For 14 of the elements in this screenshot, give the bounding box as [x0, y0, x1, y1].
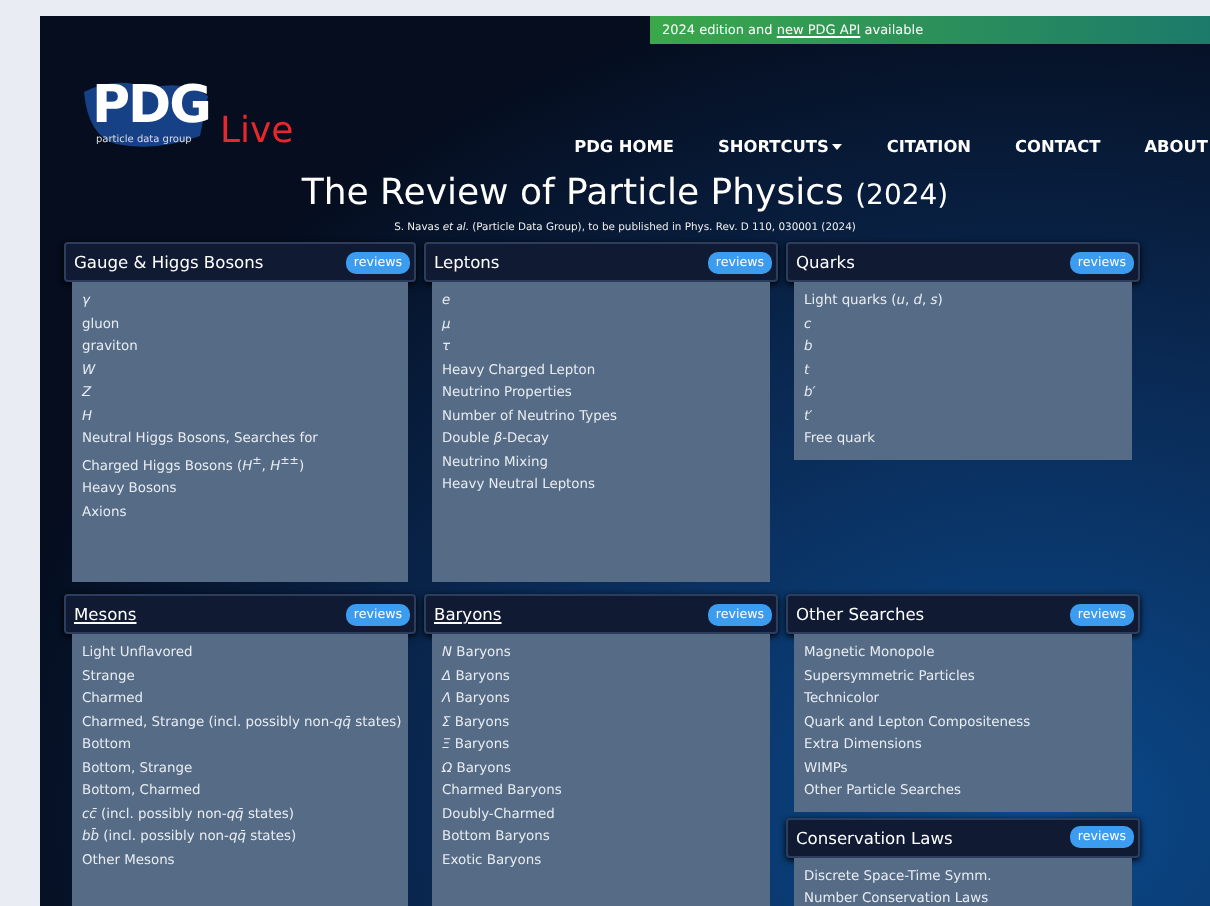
panel-title[interactable]: Baryons: [434, 604, 502, 624]
nav-link[interactable]: CITATION: [886, 136, 972, 156]
panel-title[interactable]: Leptons: [434, 252, 500, 272]
panel-title[interactable]: Mesons: [74, 604, 137, 624]
panel-title[interactable]: Gauge & Higgs Bosons: [74, 252, 264, 272]
nav-link[interactable]: CONTACT: [1015, 136, 1101, 156]
panel-title[interactable]: Quarks: [796, 252, 855, 272]
page-title: The Review of Particle Physics (2024): [299, 172, 951, 214]
nav-link[interactable]: ABOUT: [1144, 136, 1210, 156]
nav-link[interactable]: SHORTCUTS: [717, 136, 843, 156]
caret-icon: [832, 143, 843, 149]
panel-title[interactable]: Conservation Laws: [796, 827, 953, 847]
nav-link[interactable]: PDG HOME: [574, 136, 674, 156]
panel-title[interactable]: Other Searches: [796, 604, 925, 624]
